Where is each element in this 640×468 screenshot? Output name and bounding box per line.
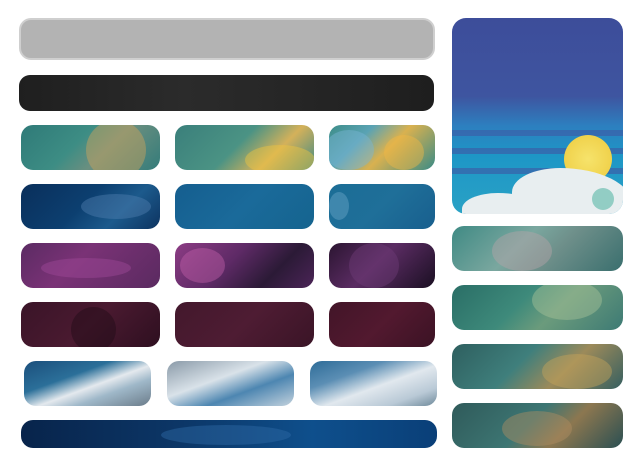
hero-stripe [452,130,623,136]
tile-accent [384,135,424,170]
tile-r3c3[interactable] [329,243,435,288]
side-tile-2[interactable] [452,285,623,330]
tile-r4c1[interactable] [21,302,160,347]
tile-r2c1[interactable] [21,184,160,229]
tile-r1c1[interactable] [21,125,160,170]
tile-r2c3[interactable] [329,184,435,229]
tile-accent [532,285,602,320]
tile-r1c2[interactable] [175,125,314,170]
tile-r4c3[interactable] [329,302,435,347]
tile-r3c2[interactable] [175,243,314,288]
tile-r5c1[interactable] [24,361,151,406]
tile-r2c2[interactable] [175,184,314,229]
tile-wide[interactable] [21,420,437,448]
hero-accent [592,188,614,210]
tile-accent [329,192,349,220]
toolbar-bar[interactable] [19,75,434,111]
tile-accent [502,411,572,446]
side-tile-4[interactable] [452,403,623,448]
tile-r1c3[interactable] [329,125,435,170]
tile-accent [492,231,552,271]
tile-accent [41,258,131,278]
hero-image[interactable] [452,18,623,214]
tile-r3c1[interactable] [21,243,160,288]
tile-accent [161,425,291,445]
search-bar[interactable] [19,18,435,60]
tile-accent [81,194,151,219]
tile-accent [542,354,612,389]
tile-r4c2[interactable] [175,302,314,347]
tile-accent [86,125,146,170]
tile-accent [349,243,399,288]
side-tile-1[interactable] [452,226,623,271]
side-tile-3[interactable] [452,344,623,389]
tile-accent [329,130,374,170]
tile-accent [71,307,116,347]
tile-accent [180,248,225,283]
tile-r5c3[interactable] [310,361,437,406]
tile-r5c2[interactable] [167,361,294,406]
tile-accent [245,145,314,170]
